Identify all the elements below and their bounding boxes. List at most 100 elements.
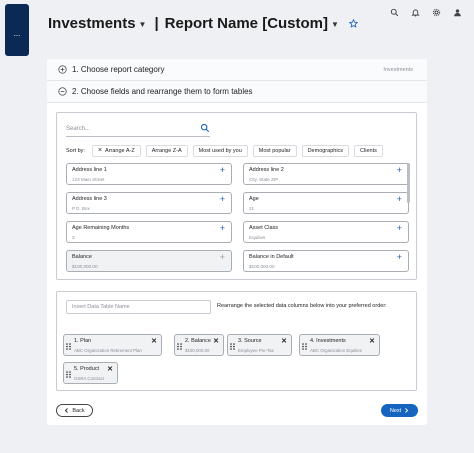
field-card[interactable]: Age 21 + — [243, 192, 409, 214]
sort-arrange-az[interactable]: × Arrange A-Z — [91, 145, 141, 157]
field-example: Equities — [249, 235, 266, 240]
collapse-minus-icon[interactable] — [58, 87, 67, 96]
add-field-plus-icon[interactable]: + — [397, 164, 402, 176]
expand-plus-icon[interactable] — [58, 65, 67, 74]
add-field-plus-icon[interactable]: + — [397, 251, 402, 263]
step-2-label: 2. Choose fields and rearrange them to f… — [72, 87, 253, 96]
add-field-plus-icon[interactable]: + — [397, 222, 402, 234]
field-card[interactable]: Address line 1 123 Main Street + — [66, 163, 232, 185]
column-name: 5. Product — [74, 366, 100, 372]
remove-column-close-icon[interactable]: ✕ — [213, 337, 219, 345]
column-name: 3. Source — [238, 338, 262, 344]
field-example: $100,000.00 — [72, 264, 98, 269]
drag-handle-icon[interactable] — [66, 343, 71, 350]
next-button[interactable]: Next — [381, 404, 418, 417]
search-icon[interactable] — [200, 123, 210, 133]
step-1-label: 1. Choose report category — [72, 65, 165, 74]
selected-column-chip[interactable]: 4. Investments ABC Organization Equities… — [299, 334, 380, 356]
field-name: Asset Class — [249, 225, 279, 231]
step-2-header[interactable]: 2. Choose fields and rearrange them to f… — [47, 81, 427, 103]
field-example: 123 Main Street — [72, 177, 105, 182]
side-menu-label: ... — [13, 29, 21, 38]
field-name: Address line 1 — [72, 167, 107, 173]
app-chevron-down-icon[interactable]: ▼ — [139, 20, 147, 29]
remove-column-close-icon[interactable]: ✕ — [151, 337, 157, 345]
column-name: 1. Plan — [74, 338, 92, 344]
column-example: ABC Organization Equities — [310, 348, 362, 353]
drag-handle-icon[interactable] — [302, 343, 307, 350]
chevron-right-icon — [404, 408, 409, 413]
selected-column-chip[interactable]: 1. Plan ABC Organization Retirement Plan… — [63, 334, 162, 356]
field-card[interactable]: Asset Class Equities + — [243, 221, 409, 243]
remove-column-close-icon[interactable]: ✕ — [107, 365, 113, 373]
sort-label: Sort by: — [66, 148, 85, 154]
drag-handle-icon[interactable] — [230, 343, 235, 350]
selected-columns-panel: Insert Data Table Name Rearrange the sel… — [56, 291, 417, 391]
field-card[interactable]: Age Remaining Months 3 + — [66, 221, 232, 243]
clear-sort-icon[interactable]: × — [98, 147, 102, 154]
column-example: Employee Pre-Tax — [238, 348, 274, 353]
report-chevron-down-icon[interactable]: ▼ — [331, 20, 339, 29]
drag-handle-icon[interactable] — [177, 343, 182, 350]
column-example: ABC Organization Retirement Plan — [74, 348, 142, 353]
remove-column-close-icon[interactable]: ✕ — [369, 337, 375, 345]
search-placeholder: Search... — [66, 126, 91, 132]
filter-demographics[interactable]: Demographics — [301, 145, 350, 157]
field-card[interactable]: Balance in Default $100,000.00 + — [243, 250, 409, 272]
sort-options: Sort by: × Arrange A-Z Arrange Z-A Most u… — [66, 145, 383, 157]
favorite-star-icon[interactable] — [348, 19, 358, 28]
app-title[interactable]: Investments — [48, 15, 136, 32]
search-icon[interactable] — [390, 8, 399, 17]
filter-clients[interactable]: Clients — [354, 145, 383, 157]
column-example: GSRA Contract — [74, 376, 105, 381]
add-field-plus-icon[interactable]: + — [397, 193, 402, 205]
title-separator: | — [154, 15, 159, 32]
user-profile-icon[interactable] — [453, 8, 462, 17]
field-name: Balance in Default — [249, 254, 294, 260]
field-card[interactable]: Address line 2 City, State ZIP + — [243, 163, 409, 185]
report-name[interactable]: Report Name [Custom] — [165, 15, 328, 32]
field-card-selected[interactable]: Balance $100,000.00 + — [66, 250, 232, 272]
add-field-plus-icon[interactable]: + — [220, 193, 225, 205]
header-toolbar — [390, 8, 462, 17]
field-example: P.O. Box — [72, 206, 90, 211]
step-1-header[interactable]: 1. Choose report category Investments — [47, 59, 427, 81]
sort-most-used[interactable]: Most used by you — [192, 145, 248, 157]
column-example: $100,000.00 — [185, 348, 210, 353]
sort-option-label: Arrange A-Z — [105, 148, 135, 154]
column-name: 2. Balance — [185, 338, 211, 344]
chevron-left-icon — [64, 408, 69, 413]
fields-scrollbar[interactable] — [407, 163, 410, 203]
field-name: Address line 2 — [249, 167, 284, 173]
sort-most-popular[interactable]: Most popular — [252, 145, 297, 157]
remove-column-close-icon[interactable]: ✕ — [281, 337, 287, 345]
back-label: Back — [72, 407, 85, 414]
selected-column-chip[interactable]: 5. Product GSRA Contract ✕ — [63, 362, 118, 384]
selected-column-chip[interactable]: 2. Balance $100,000.00 ✕ — [174, 334, 224, 356]
side-menu-tab[interactable]: ... — [5, 4, 29, 56]
sort-arrange-za[interactable]: Arrange Z-A — [145, 145, 188, 157]
step-1-selection: Investments — [383, 66, 413, 73]
rearrange-instruction: Rearrange the selected data columns belo… — [217, 303, 387, 309]
selected-column-chip[interactable]: 3. Source Employee Pre-Tax ✕ — [227, 334, 292, 356]
report-builder-card: 1. Choose report category Investments 2.… — [47, 59, 427, 425]
notifications-bell-icon[interactable] — [411, 8, 420, 17]
settings-gear-icon[interactable] — [432, 8, 441, 17]
next-label: Next — [389, 407, 402, 414]
available-fields-panel: Search... Sort by: × Arrange A-Z Arrange … — [56, 112, 417, 280]
field-example: 3 — [72, 235, 75, 240]
add-field-plus-icon[interactable]: + — [220, 222, 225, 234]
field-card[interactable]: Address line 3 P.O. Box + — [66, 192, 232, 214]
field-name: Age Remaining Months — [72, 225, 130, 231]
add-field-plus-icon[interactable]: + — [220, 164, 225, 176]
field-example: $100,000.00 — [249, 264, 275, 269]
page-title: Investments ▼ | Report Name [Custom] ▼ — [48, 15, 358, 32]
field-name: Age — [249, 196, 259, 202]
field-example: 21 — [249, 206, 255, 211]
drag-handle-icon[interactable] — [66, 371, 71, 378]
table-name-input[interactable]: Insert Data Table Name — [66, 300, 211, 314]
back-button[interactable]: Back — [56, 404, 93, 417]
field-name: Address line 3 — [72, 196, 107, 202]
field-name: Balance — [72, 254, 92, 260]
field-search-input[interactable]: Search... — [66, 123, 210, 137]
